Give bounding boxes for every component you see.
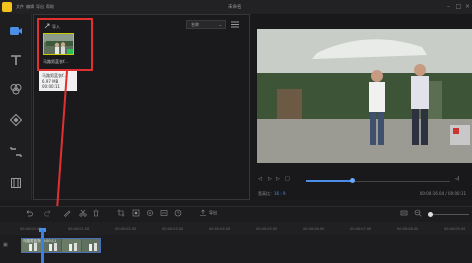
preview-progress-fill	[306, 180, 352, 182]
ruler-tick-label: 00:00:09.00	[444, 227, 466, 231]
ruler-tick-label: 00:00:03.00	[162, 227, 184, 231]
app-logo	[2, 2, 12, 12]
menu-file[interactable]: 文件	[16, 4, 24, 10]
duration-icon[interactable]	[174, 209, 182, 217]
media-file-name: 马路男蓝衣f...	[43, 59, 68, 64]
sidebar	[0, 14, 32, 200]
overlay-icon[interactable]	[9, 113, 23, 127]
export-icon[interactable]	[199, 209, 207, 217]
element-icon[interactable]	[9, 176, 23, 190]
ruler-tick-label: 00:00:01.00	[68, 227, 90, 231]
import-button[interactable]: 导入	[52, 24, 60, 30]
clip-label: 马路男蓝衣00:00:11	[23, 239, 57, 243]
edit-icon[interactable]	[63, 209, 71, 217]
aspect-ratio-label: 宽高比：	[258, 191, 274, 196]
ruler-tick-label: 00:00:05.00	[256, 227, 278, 231]
video-frame	[257, 29, 472, 163]
export-button[interactable]: 导出	[209, 210, 217, 216]
video-track-icon: ▣	[3, 242, 8, 248]
preview-timecode: 00:00:16.04 / 00:00:11	[419, 191, 466, 196]
redo-icon[interactable]	[44, 209, 52, 217]
menu-help[interactable]: 帮助	[46, 4, 54, 10]
freeze-frame-icon[interactable]	[160, 209, 168, 217]
annotation-arrow	[51, 70, 68, 221]
next-frame-button[interactable]: ▷	[276, 176, 280, 182]
minimize-icon[interactable]: –	[444, 2, 453, 11]
maximize-icon[interactable]: □	[454, 2, 463, 11]
ruler-tick-label: 00:00:04.00	[209, 227, 231, 231]
delete-icon[interactable]	[92, 209, 100, 217]
import-icon[interactable]	[44, 23, 50, 29]
split-icon[interactable]	[79, 209, 87, 217]
menu-export[interactable]: 导出	[36, 4, 44, 10]
media-icon[interactable]	[9, 24, 23, 38]
ruler-tick-label: 00:00:02.00	[115, 227, 137, 231]
filter-icon[interactable]	[9, 82, 23, 96]
window-title: 未命名	[228, 5, 242, 10]
sort-dropdown[interactable]: 名称 ⌄	[186, 20, 226, 29]
text-icon[interactable]	[9, 53, 23, 67]
aspect-ratio[interactable]: 宽高比：16 : 9	[258, 191, 286, 197]
transition-icon[interactable]	[9, 145, 23, 159]
zoom-slider-track[interactable]	[431, 214, 469, 215]
added-check-icon	[67, 49, 73, 54]
fit-timeline-icon[interactable]	[400, 209, 408, 217]
crop-icon[interactable]	[117, 209, 125, 217]
play-button[interactable]: ▷	[268, 176, 272, 182]
previous-frame-button[interactable]: ◁	[258, 176, 262, 182]
aspect-ratio-value: 16 : 9	[274, 191, 286, 196]
ruler-tick-label: 00:00:07.00	[350, 227, 372, 231]
undo-icon[interactable]	[25, 209, 33, 217]
zoom-out-icon[interactable]	[414, 209, 422, 217]
zoom-clip-icon[interactable]	[132, 209, 140, 217]
close-icon[interactable]: ×	[463, 2, 472, 11]
zoom-slider-handle[interactable]	[428, 212, 433, 217]
sort-value: 名称	[191, 22, 199, 27]
preview-video	[257, 29, 472, 163]
mosaic-icon[interactable]	[146, 209, 154, 217]
volume-icon[interactable]: ◃)	[455, 176, 459, 182]
menu-edit[interactable]: 编辑	[26, 4, 34, 10]
preview-progress-handle[interactable]	[350, 178, 355, 183]
stop-button[interactable]: □	[285, 176, 290, 182]
playhead[interactable]	[41, 230, 44, 263]
chevron-down-icon: ⌄	[218, 22, 222, 27]
ruler-tick-label: 00:00:06.00	[303, 227, 325, 231]
ruler-tick-label: 00:00:08.00	[397, 227, 419, 231]
list-view-icon[interactable]	[231, 21, 239, 28]
